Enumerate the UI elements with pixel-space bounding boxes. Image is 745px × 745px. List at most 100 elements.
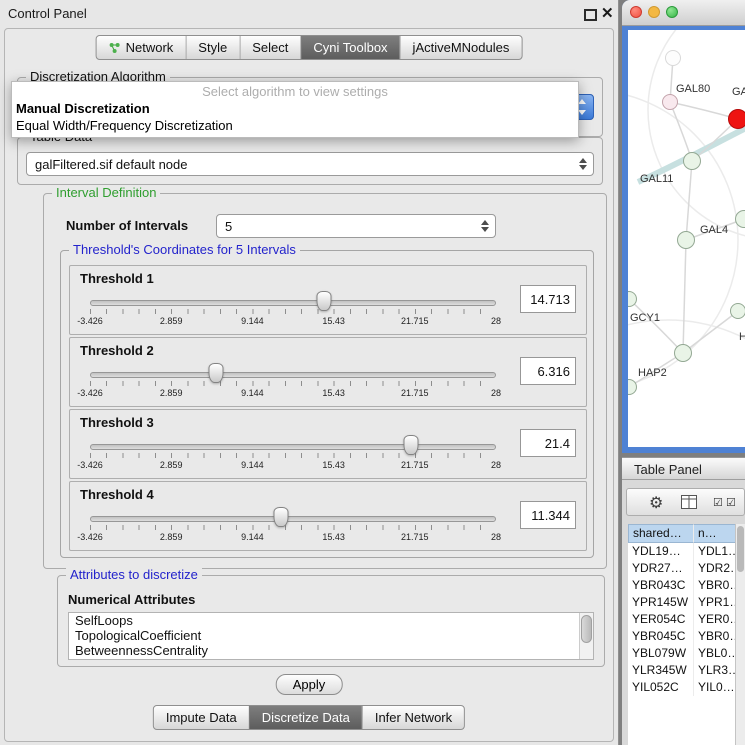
threshold-slider[interactable]: -3.426 2.859 9.144 15.43 21.715 28: [80, 288, 506, 334]
table-cell[interactable]: YBL079W: [628, 645, 694, 662]
table-cell[interactable]: YDR2…: [694, 560, 736, 577]
threshold-slider[interactable]: -3.426 2.859 9.144 15.43 21.715 28: [80, 360, 506, 406]
table-cell[interactable]: YIL0…: [694, 679, 736, 696]
zoom-button[interactable]: [666, 6, 678, 18]
threshold-label: Threshold 2: [80, 343, 154, 358]
table-row[interactable]: YLR345W YLR3…: [628, 662, 736, 679]
gear-icon[interactable]: ⚙: [649, 493, 663, 513]
table-cell[interactable]: YIL052C: [628, 679, 694, 696]
network-node[interactable]: [674, 344, 692, 362]
tab-label: Impute Data: [166, 710, 237, 725]
network-node[interactable]: [683, 152, 701, 170]
select-all-icon[interactable]: ☑: [726, 496, 736, 509]
minimize-button[interactable]: [648, 6, 660, 18]
table-panel-header[interactable]: Table Panel: [622, 457, 745, 480]
tab-discretize-data[interactable]: Discretize Data: [249, 706, 362, 729]
threshold-label: Threshold 1: [80, 271, 154, 286]
threshold-slider[interactable]: -3.426 2.859 9.144 15.43 21.715 28: [80, 504, 506, 550]
node-table: shared… n… YDL19… YDL1… YDR27… YDR2… YBR…: [628, 524, 736, 745]
top-tab-bar: Network Style Select Cyni Toolbox jActiv…: [96, 35, 523, 60]
tab-label: Network: [126, 40, 174, 55]
table-cell[interactable]: YLR3…: [694, 662, 736, 679]
slider-track[interactable]: [90, 444, 496, 450]
attribute-list-item[interactable]: SelfLoops: [69, 613, 593, 628]
tab-infer-network[interactable]: Infer Network: [362, 706, 464, 729]
threshold-value-field[interactable]: 11.344: [520, 501, 576, 529]
thresholds-group: Threshold's Coordinates for 5 Intervals …: [60, 250, 594, 558]
dropdown-option-equal-width[interactable]: Equal Width/Frequency Discretization: [12, 117, 578, 134]
float-window-icon[interactable]: [584, 9, 597, 21]
apply-button[interactable]: Apply: [276, 674, 343, 695]
table-row[interactable]: YDL19… YDL1…: [628, 543, 736, 560]
network-node[interactable]: [730, 303, 745, 319]
interval-definition-group: Interval Definition Number of Intervals …: [43, 193, 607, 569]
attribute-list-item[interactable]: TopologicalCoefficient: [69, 628, 593, 643]
close-icon[interactable]: ✕: [601, 4, 614, 22]
slider-track[interactable]: [90, 372, 496, 378]
threshold-value-field[interactable]: 21.4: [520, 429, 576, 457]
group-label: Threshold's Coordinates for 5 Intervals: [69, 242, 300, 257]
table-cell[interactable]: YER054C: [628, 611, 694, 628]
threshold-label: Threshold 4: [80, 487, 154, 502]
table-toolbar: ⚙ ☑ ☑: [626, 488, 745, 516]
threshold-value-field[interactable]: 14.713: [520, 285, 576, 313]
network-node[interactable]: [677, 231, 695, 249]
table-cell[interactable]: YBR0…: [694, 577, 736, 594]
network-canvas[interactable]: GAL80GAGAL11GAL4GCY1HAP2H: [628, 30, 745, 447]
network-node[interactable]: [728, 109, 745, 129]
slider-thumb[interactable]: [403, 435, 418, 455]
network-node[interactable]: [665, 50, 681, 66]
attribute-list-item[interactable]: BetweennessCentrality: [69, 643, 593, 658]
table-cell[interactable]: YBR0…: [694, 628, 736, 645]
close-button[interactable]: [630, 6, 642, 18]
table-cell[interactable]: YPR145W: [628, 594, 694, 611]
threshold-value-field[interactable]: 6.316: [520, 357, 576, 385]
table-row[interactable]: YBR045C YBR0…: [628, 628, 736, 645]
combo-stepper-icon[interactable]: [481, 220, 489, 232]
table-cell[interactable]: YDR27…: [628, 560, 694, 577]
combo-stepper-icon[interactable]: [579, 158, 587, 170]
slider-thumb[interactable]: [208, 363, 223, 383]
slider-track[interactable]: [90, 516, 496, 522]
column-header-shared-name[interactable]: shared…: [628, 524, 694, 543]
network-node-label: GAL80: [676, 83, 710, 95]
number-of-intervals-combobox[interactable]: 5: [216, 214, 496, 238]
tab-network[interactable]: Network: [97, 36, 186, 59]
threshold-slider[interactable]: -3.426 2.859 9.144 15.43 21.715 28: [80, 432, 506, 478]
tab-cyni-toolbox[interactable]: Cyni Toolbox: [300, 36, 399, 59]
network-window-titlebar[interactable]: [622, 0, 745, 26]
table-row[interactable]: YBR043C YBR0…: [628, 577, 736, 594]
table-row[interactable]: YPR145W YPR1…: [628, 594, 736, 611]
tab-style[interactable]: Style: [185, 36, 239, 59]
tab-impute-data[interactable]: Impute Data: [154, 706, 249, 729]
table-cell[interactable]: YBL0…: [694, 645, 736, 662]
network-icon: [109, 42, 121, 54]
network-node[interactable]: [662, 94, 678, 110]
table-cell[interactable]: YER0…: [694, 611, 736, 628]
slider-scale: -3.426 2.859 9.144 15.43 21.715 28: [90, 388, 496, 399]
tab-jactivemnodules[interactable]: jActiveMNodules: [400, 36, 522, 59]
dropdown-option-manual-discretization[interactable]: Manual Discretization: [12, 100, 578, 117]
slider-thumb[interactable]: [317, 291, 332, 311]
table-cell[interactable]: YDL19…: [628, 543, 694, 560]
table-row[interactable]: YER054C YER0…: [628, 611, 736, 628]
table-row[interactable]: YIL052C YIL0…: [628, 679, 736, 696]
columns-icon[interactable]: [681, 495, 697, 509]
table-row[interactable]: YBL079W YBL0…: [628, 645, 736, 662]
select-rows-icon[interactable]: ☑: [713, 496, 723, 509]
table-scrollbar[interactable]: [735, 524, 745, 745]
threshold-panel-4: Threshold 4 -3.426 2.859 9.144 15.43: [69, 481, 587, 551]
slider-track[interactable]: [90, 300, 496, 306]
table-cell[interactable]: YBR043C: [628, 577, 694, 594]
table-cell[interactable]: YPR1…: [694, 594, 736, 611]
table-row[interactable]: YDR27… YDR2…: [628, 560, 736, 577]
column-header-name[interactable]: n…: [694, 524, 736, 543]
list-scrollbar[interactable]: [579, 613, 593, 659]
threshold-panel-2: Threshold 2 -3.426 2.859 9.144 15.43: [69, 337, 587, 407]
slider-thumb[interactable]: [273, 507, 288, 527]
table-cell[interactable]: YDL1…: [694, 543, 736, 560]
tab-select[interactable]: Select: [239, 36, 300, 59]
table-cell[interactable]: YLR345W: [628, 662, 694, 679]
table-cell[interactable]: YBR045C: [628, 628, 694, 645]
table-data-combobox[interactable]: galFiltered.sif default node: [26, 152, 594, 176]
